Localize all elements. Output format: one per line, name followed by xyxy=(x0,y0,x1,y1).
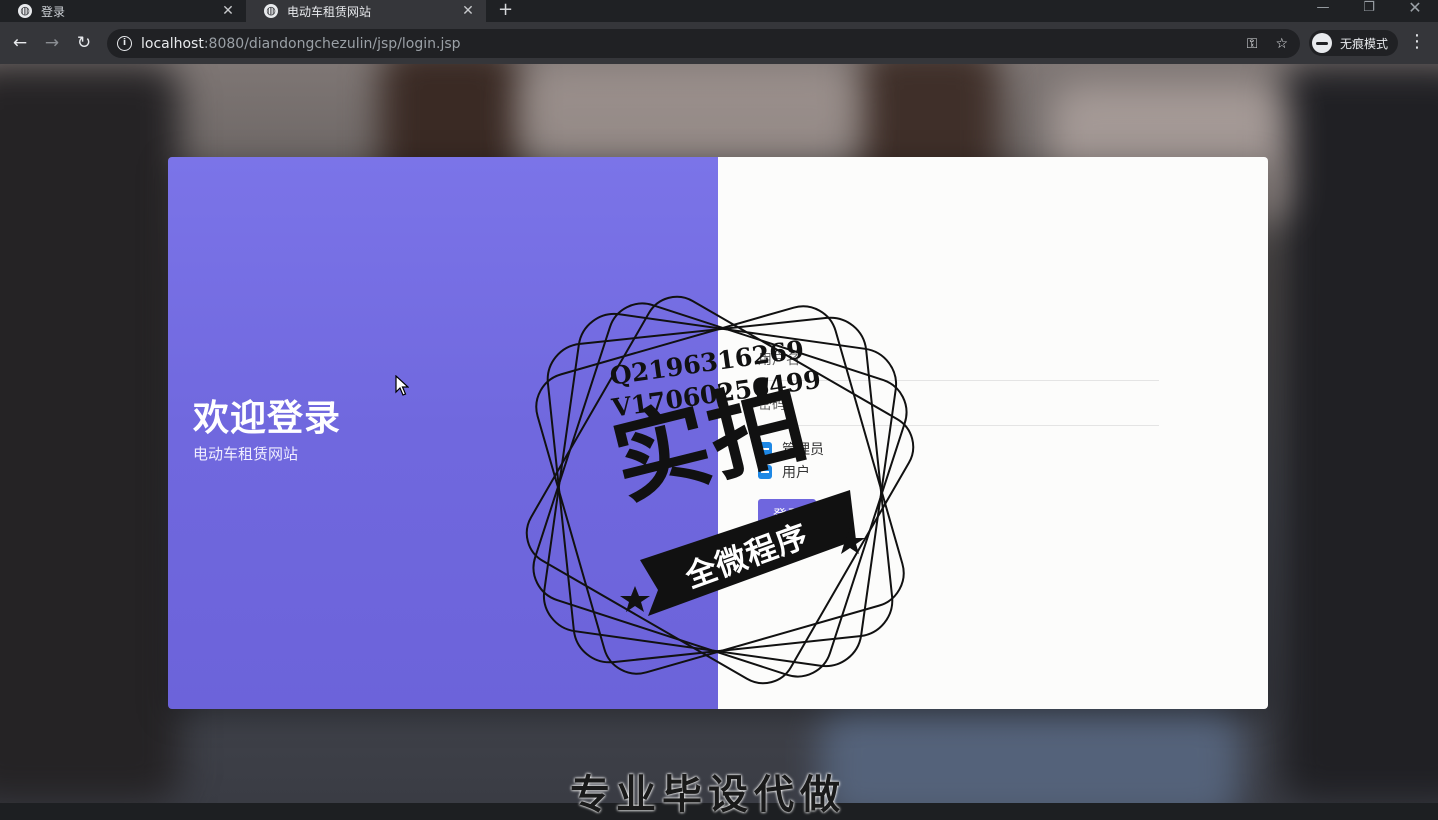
background-blur xyxy=(0,64,180,803)
omnibox-actions: ⚿ ☆ xyxy=(1247,36,1300,52)
window-close-icon[interactable]: ✕ xyxy=(1392,0,1438,22)
background-blur xyxy=(1280,64,1438,803)
url-host: localhost xyxy=(141,35,204,52)
info-icon[interactable]: i xyxy=(117,36,132,51)
address-bar[interactable]: i localhost:8080/diandongchezulin/jsp/lo… xyxy=(107,29,1300,58)
tab-title: 登录 xyxy=(41,4,66,19)
tab-bar: ◍ 登录 ✕ ◍ 电动车租赁网站 ✕ + — ❐ ✕ xyxy=(0,0,1438,22)
reload-icon[interactable]: ↻ xyxy=(72,31,96,55)
restore-icon[interactable]: ❐ xyxy=(1346,0,1392,22)
background-blur xyxy=(820,704,1240,803)
back-icon[interactable]: ← xyxy=(8,31,32,55)
menu-icon[interactable]: ⋮ xyxy=(1408,32,1426,52)
forward-icon[interactable]: → xyxy=(40,31,64,55)
star-icon[interactable]: ☆ xyxy=(1275,36,1288,52)
tab-title: 电动车租赁网站 xyxy=(287,4,372,19)
url-path: :8080/diandongchezulin/jsp/login.jsp xyxy=(203,35,461,52)
close-icon[interactable]: ✕ xyxy=(460,3,476,19)
globe-icon: ◍ xyxy=(18,4,32,18)
welcome-title: 欢迎登录 xyxy=(193,398,342,439)
key-icon[interactable]: ⚿ xyxy=(1247,36,1258,52)
video-caption: 专业毕设代做 xyxy=(570,772,846,818)
minimize-icon[interactable]: — xyxy=(1300,0,1346,22)
tab-site[interactable]: ◍ 电动车租赁网站 ✕ xyxy=(246,0,486,22)
page-viewport: 欢迎登录 电动车租赁网站 管理员 用户 登录 xyxy=(0,64,1438,803)
incognito-badge[interactable]: 无痕模式 xyxy=(1309,30,1399,56)
browser-toolbar: ← → ↻ i localhost:8080/diandongchezulin/… xyxy=(0,22,1438,64)
incognito-icon xyxy=(1312,33,1332,53)
watermark-stamp: Q2196316269 V17060256499 实拍 全微程序 xyxy=(520,290,920,690)
incognito-label: 无痕模式 xyxy=(1340,36,1389,51)
welcome-subtitle: 电动车租赁网站 xyxy=(193,445,299,463)
close-icon[interactable]: ✕ xyxy=(220,3,236,19)
new-tab-button[interactable]: + xyxy=(498,0,513,22)
globe-icon: ◍ xyxy=(264,4,278,18)
background-blur xyxy=(520,64,860,164)
mouse-cursor-icon xyxy=(395,375,409,396)
tab-login[interactable]: ◍ 登录 ✕ xyxy=(0,0,246,22)
